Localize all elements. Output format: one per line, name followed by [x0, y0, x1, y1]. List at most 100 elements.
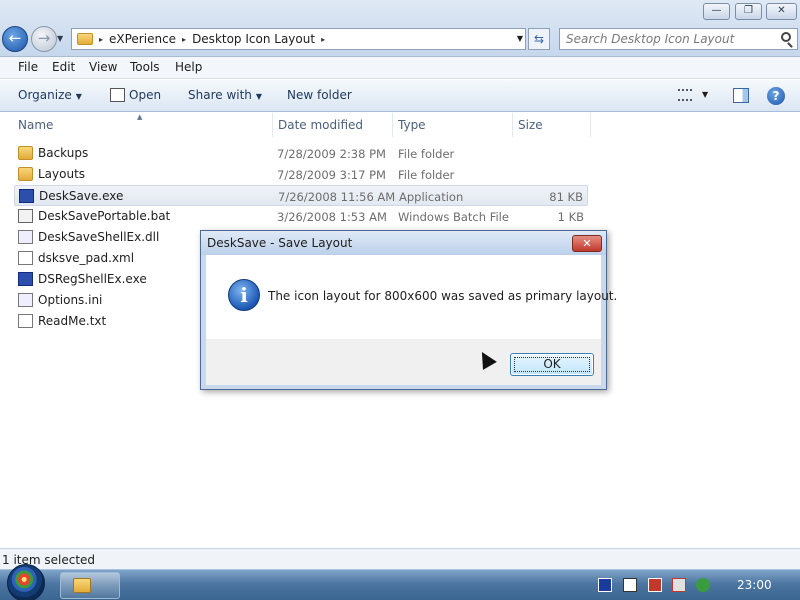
file-type: Application [399, 190, 464, 204]
sort-ascending-icon: ▲ [137, 113, 143, 121]
column-divider[interactable] [272, 113, 273, 137]
menu-edit[interactable]: Edit [52, 60, 75, 74]
file-type: File folder [398, 147, 455, 161]
chevron-down-icon[interactable]: ▼ [702, 90, 708, 99]
share-with-label: Share with [188, 88, 252, 102]
close-window-button[interactable]: ✕ [766, 3, 797, 20]
open-icon [110, 88, 125, 102]
file-date: 3/26/2008 1:53 AM [277, 210, 387, 224]
application-icon [18, 272, 33, 286]
help-icon[interactable]: ? [767, 87, 785, 105]
menu-view[interactable]: View [89, 60, 117, 74]
file-name: Layouts [38, 167, 86, 181]
breadcrumb-item[interactable]: eXPerience [109, 32, 176, 46]
message-dialog: DeskSave - Save Layout ✕ i The icon layo… [200, 230, 617, 390]
text-file-icon [18, 314, 33, 328]
file-row-selected[interactable]: DeskSave.exe 7/26/2008 11:56 AM Applicat… [14, 185, 588, 206]
dll-icon [18, 230, 33, 244]
file-row[interactable]: DeskSavePortable.bat 3/26/2008 1:53 AM W… [14, 206, 588, 227]
column-date-modified[interactable]: Date modified [278, 118, 363, 132]
volume-muted-icon[interactable] [672, 578, 686, 592]
navigation-bar: — ❐ ✕ ← → ▼ ▸ eXPerience ▸ Desktop Icon … [0, 0, 800, 57]
file-name: ReadMe.txt [38, 314, 107, 328]
preview-pane-icon[interactable] [733, 88, 749, 103]
notes-icon[interactable] [623, 578, 637, 592]
taskbar-explorer-button[interactable] [60, 572, 120, 599]
file-name: DeskSavePortable.bat [38, 209, 171, 223]
breadcrumb-item[interactable]: Desktop Icon Layout [192, 32, 315, 46]
column-size[interactable]: Size [518, 118, 543, 132]
file-type: Windows Batch File [398, 210, 509, 224]
application-icon [19, 189, 34, 203]
recent-pages-dropdown[interactable]: ▼ [57, 34, 63, 43]
status-bar: 1 item selected [0, 548, 800, 569]
refresh-button[interactable]: ⇆ [528, 28, 550, 50]
xml-file-icon [18, 251, 33, 265]
search-placeholder: Search Desktop Icon Layout [566, 32, 735, 46]
status-text: 1 item selected [2, 553, 96, 567]
file-name: dsksve_pad.xml [38, 251, 135, 265]
dialog-close-button[interactable]: ✕ [572, 235, 602, 252]
file-name: DSRegShellEx.exe [38, 272, 147, 286]
minimize-button[interactable]: — [703, 3, 730, 20]
file-name: DeskSaveShellEx.dll [38, 230, 160, 244]
file-row[interactable]: Backups 7/28/2009 2:38 PM File folder [14, 143, 588, 164]
file-type: File folder [398, 168, 455, 182]
dialog-titlebar[interactable]: DeskSave - Save Layout ✕ [201, 231, 606, 255]
column-name[interactable]: Name [18, 118, 53, 132]
dialog-footer: OK [206, 339, 601, 385]
column-divider[interactable] [512, 113, 513, 137]
menu-file[interactable]: File [18, 60, 38, 74]
forward-button[interactable]: → [31, 26, 57, 52]
organize-button[interactable]: Organize ▼ [18, 88, 82, 102]
search-icon[interactable] [781, 32, 791, 42]
column-headers: ▲ Name Date modified Type Size [0, 113, 800, 137]
column-type[interactable]: Type [398, 118, 426, 132]
folder-icon [18, 146, 33, 160]
back-button[interactable]: ← [2, 26, 28, 52]
breadcrumb-separator[interactable]: ▸ [99, 35, 103, 44]
file-size: 81 KB [549, 190, 583, 204]
taskbar: 23:00 [0, 564, 800, 600]
dialog-body: i The icon layout for 800x600 was saved … [206, 255, 617, 339]
breadcrumb-separator[interactable]: ▸ [321, 35, 325, 44]
address-dropdown-icon[interactable]: ▼ [517, 34, 523, 43]
batch-file-icon [18, 209, 33, 223]
search-input[interactable]: Search Desktop Icon Layout [559, 28, 798, 50]
focus-rectangle [514, 357, 590, 372]
folder-icon [77, 33, 93, 45]
file-row[interactable]: Layouts 7/28/2009 3:17 PM File folder [14, 164, 588, 185]
information-icon: i [228, 279, 260, 311]
network-icon[interactable] [648, 578, 662, 592]
file-size: 1 KB [557, 210, 584, 224]
menu-help[interactable]: Help [175, 60, 202, 74]
open-button[interactable]: Open [129, 88, 161, 102]
security-icon[interactable] [696, 578, 710, 592]
column-divider[interactable] [590, 113, 591, 137]
file-name: Backups [38, 146, 89, 160]
new-folder-button[interactable]: New folder [287, 88, 352, 102]
start-button[interactable] [7, 564, 45, 600]
dialog-message: The icon layout for 800x600 was saved as… [268, 289, 618, 303]
ini-file-icon [18, 293, 33, 307]
chevron-down-icon: ▼ [75, 92, 82, 101]
menu-tools[interactable]: Tools [130, 60, 160, 74]
maximize-button[interactable]: ❐ [735, 3, 762, 20]
menu-bar: File Edit View Tools Help [0, 57, 800, 79]
file-name: Options.ini [38, 293, 103, 307]
address-bar[interactable]: ▸ eXPerience ▸ Desktop Icon Layout ▸ ▼ [71, 28, 526, 50]
share-with-button[interactable]: Share with ▼ [188, 88, 262, 102]
column-divider[interactable] [392, 113, 393, 137]
clock[interactable]: 23:00 [737, 578, 772, 592]
folder-icon [18, 167, 33, 181]
dialog-title: DeskSave - Save Layout [207, 236, 353, 250]
views-icon[interactable] [678, 89, 692, 101]
chevron-down-icon: ▼ [255, 92, 263, 101]
breadcrumb-separator[interactable]: ▸ [182, 35, 186, 44]
file-date: 7/26/2008 11:56 AM [278, 190, 396, 204]
language-icon[interactable] [598, 578, 612, 592]
organize-label: Organize [18, 88, 72, 102]
command-bar: Organize ▼ Open Share with ▼ New folder ▼ … [0, 80, 800, 112]
ok-button[interactable]: OK [510, 353, 594, 376]
folder-icon [73, 578, 91, 593]
